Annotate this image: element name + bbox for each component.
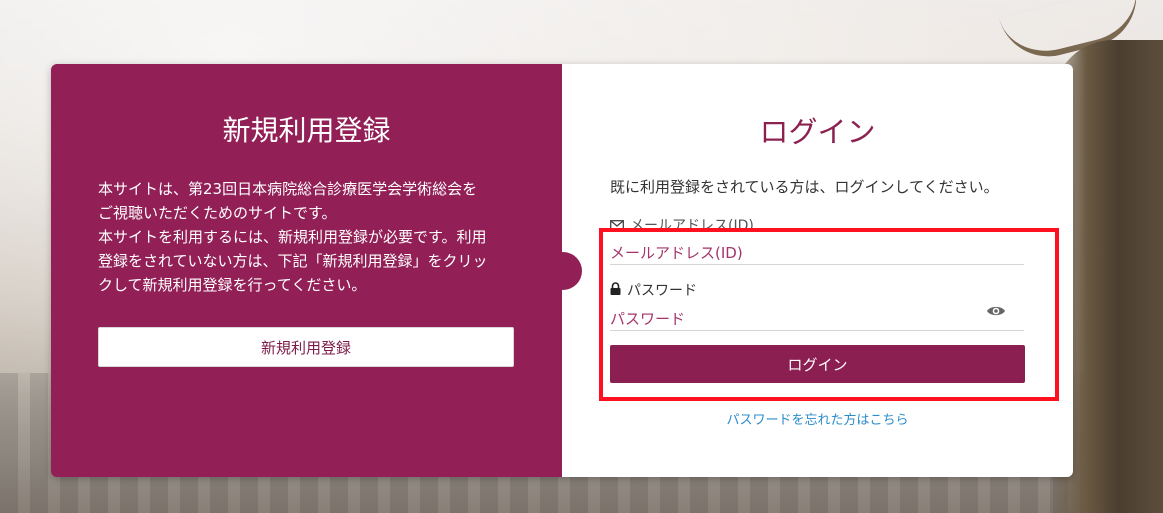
register-title: 新規利用登録	[222, 114, 391, 147]
register-description-line: クして新規利用登録を行ってください。	[98, 276, 367, 294]
forgot-password-link[interactable]: パスワードを忘れた方はこちら	[562, 409, 1073, 428]
register-description-line: ご視聴いただくためのサイトです。	[98, 204, 337, 222]
register-panel: 新規利用登録 本サイトは、第23回日本病院総合診療医学会学術総会を ご視聴いただ…	[51, 64, 562, 477]
login-title: ログイン	[759, 115, 876, 149]
register-button[interactable]: 新規利用登録	[98, 327, 514, 367]
highlight-box	[599, 228, 1059, 401]
register-description-line: 本サイトを利用するには、新規利用登録が必要です。利用	[98, 228, 487, 246]
panel-divider-notch	[544, 252, 582, 290]
register-description-line: 本サイトは、第23回日本病院総合診療医学会学術総会を	[98, 180, 478, 198]
register-description-line: 登録をされていない方は、下記「新規利用登録」をクリッ	[98, 252, 488, 270]
register-description: 本サイトは、第23回日本病院総合診療医学会学術総会を ご視聴いただくためのサイト…	[98, 177, 528, 297]
login-intro: 既に利用登録をされている方は、ログインしてください。	[610, 178, 999, 196]
